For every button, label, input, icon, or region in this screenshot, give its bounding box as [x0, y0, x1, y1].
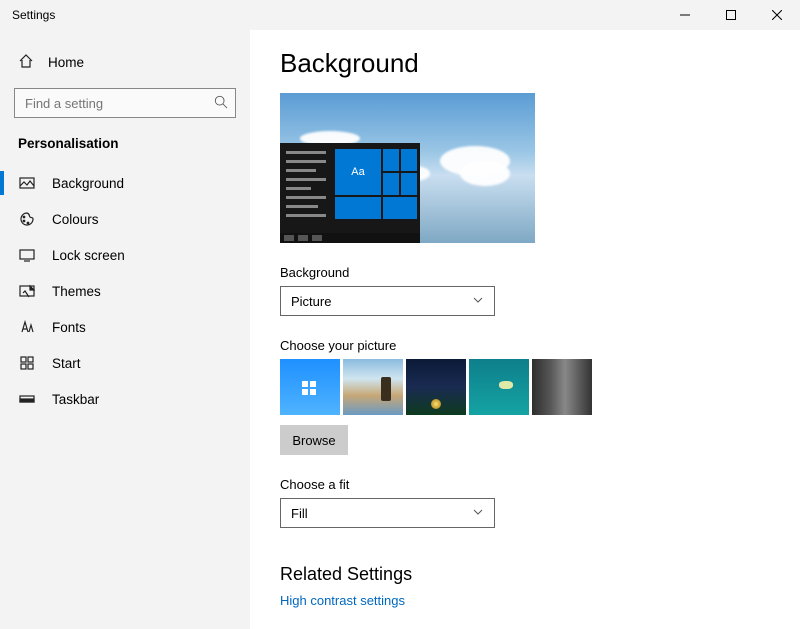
- close-button[interactable]: [754, 0, 800, 30]
- related-settings-heading: Related Settings: [280, 564, 770, 585]
- maximize-button[interactable]: [708, 0, 754, 30]
- fonts-icon: [18, 319, 36, 335]
- picture-thumb[interactable]: [343, 359, 403, 415]
- preview-tile-text: Aa: [335, 149, 381, 195]
- palette-icon: [18, 211, 36, 227]
- high-contrast-link[interactable]: High contrast settings: [280, 593, 770, 608]
- sidebar-item-label: Start: [52, 356, 81, 371]
- browse-button[interactable]: Browse: [280, 425, 348, 455]
- sidebar-item-start[interactable]: Start: [0, 345, 250, 381]
- home-icon: [18, 53, 34, 72]
- home-nav[interactable]: Home: [0, 44, 250, 80]
- select-value: Fill: [291, 506, 308, 521]
- lockscreen-icon: [18, 247, 36, 263]
- sidebar: Home Personalisation Background: [0, 30, 250, 629]
- sidebar-item-fonts[interactable]: Fonts: [0, 309, 250, 345]
- select-value: Picture: [291, 294, 331, 309]
- picture-thumb[interactable]: [469, 359, 529, 415]
- sidebar-item-label: Fonts: [52, 320, 86, 335]
- sidebar-item-background[interactable]: Background: [0, 165, 250, 201]
- taskbar-icon: [18, 391, 36, 407]
- main-content: Background Aa: [250, 30, 800, 629]
- sidebar-item-lockscreen[interactable]: Lock screen: [0, 237, 250, 273]
- background-type-label: Background: [280, 265, 770, 280]
- picture-thumb[interactable]: [280, 359, 340, 415]
- fit-select[interactable]: Fill: [280, 498, 495, 528]
- chevron-down-icon: [472, 506, 484, 521]
- page-title: Background: [280, 48, 770, 79]
- section-title: Personalisation: [0, 130, 250, 165]
- search-icon: [214, 95, 228, 112]
- sidebar-item-label: Lock screen: [52, 248, 125, 263]
- home-label: Home: [48, 55, 84, 70]
- sidebar-item-colours[interactable]: Colours: [0, 201, 250, 237]
- choose-fit-label: Choose a fit: [280, 477, 770, 492]
- sidebar-item-label: Colours: [52, 212, 99, 227]
- start-icon: [18, 355, 36, 371]
- picture-icon: [18, 175, 36, 191]
- sidebar-item-label: Themes: [52, 284, 101, 299]
- window-title: Settings: [0, 8, 55, 22]
- background-type-select[interactable]: Picture: [280, 286, 495, 316]
- sidebar-item-taskbar[interactable]: Taskbar: [0, 381, 250, 417]
- picture-thumb[interactable]: [406, 359, 466, 415]
- picture-thumbnails: [280, 359, 770, 415]
- close-icon: [772, 10, 782, 20]
- search-input[interactable]: [14, 88, 236, 118]
- minimize-button[interactable]: [662, 0, 708, 30]
- picture-thumb[interactable]: [532, 359, 592, 415]
- themes-icon: [18, 283, 36, 299]
- maximize-icon: [726, 10, 736, 20]
- title-bar: Settings: [0, 0, 800, 30]
- sidebar-item-themes[interactable]: Themes: [0, 273, 250, 309]
- sidebar-item-label: Background: [52, 176, 124, 191]
- minimize-icon: [680, 10, 690, 20]
- choose-picture-label: Choose your picture: [280, 338, 770, 353]
- sidebar-item-label: Taskbar: [52, 392, 99, 407]
- background-preview: Aa: [280, 93, 535, 243]
- chevron-down-icon: [472, 294, 484, 309]
